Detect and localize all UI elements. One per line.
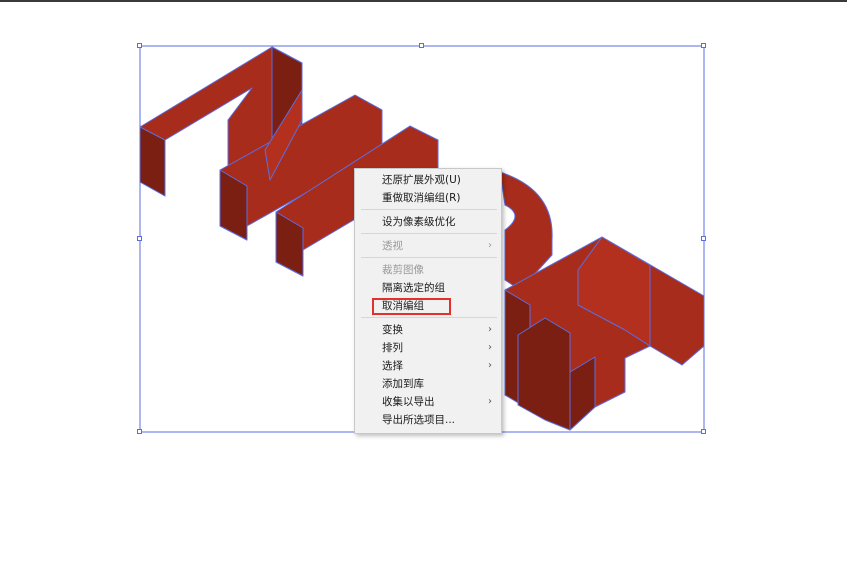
menu-item-label: 隔离选定的组 xyxy=(382,282,445,294)
menu-item-label: 导出所选项目... xyxy=(382,414,456,426)
menu-item-label: 重做取消编组(R) xyxy=(382,192,461,204)
menu-item-label: 选择 xyxy=(382,360,403,372)
chevron-right-icon: › xyxy=(488,324,492,335)
menu-item-transform[interactable]: 变换 › xyxy=(355,321,501,339)
menu-item-label: 收集以导出 xyxy=(382,396,435,408)
menu-item-collect-for-export[interactable]: 收集以导出 › xyxy=(355,393,501,411)
handle-middle-right[interactable] xyxy=(701,236,706,241)
chevron-right-icon: › xyxy=(488,240,492,251)
handle-bottom-left[interactable] xyxy=(137,429,142,434)
handle-top-right[interactable] xyxy=(701,43,706,48)
letter-shape-5-inner xyxy=(517,317,571,431)
menu-item-label: 变换 xyxy=(382,324,403,336)
menu-item-label: 还原扩展外观(U) xyxy=(382,174,461,186)
handle-top-center[interactable] xyxy=(419,43,424,48)
ungroup-highlight-annotation xyxy=(372,298,451,315)
menu-item-isolate-group[interactable]: 隔离选定的组 xyxy=(355,279,501,297)
menu-separator xyxy=(361,209,497,210)
chevron-right-icon: › xyxy=(488,342,492,353)
menu-item-label: 设为像素级优化 xyxy=(382,216,456,228)
chevron-right-icon: › xyxy=(488,360,492,371)
menu-item-redo-ungroup[interactable]: 重做取消编组(R) xyxy=(355,189,501,207)
menu-item-arrange[interactable]: 排列 › xyxy=(355,339,501,357)
menu-item-perspective: 透视 › xyxy=(355,237,501,255)
menu-item-export-selection[interactable]: 导出所选项目... xyxy=(355,411,501,429)
handle-top-left[interactable] xyxy=(137,43,142,48)
menu-item-add-to-library[interactable]: 添加到库 xyxy=(355,375,501,393)
menu-separator xyxy=(361,317,497,318)
menu-item-label: 透视 xyxy=(382,240,403,252)
menu-item-label: 添加到库 xyxy=(382,378,424,390)
handle-middle-left[interactable] xyxy=(137,236,142,241)
menu-item-undo-expand-appearance[interactable]: 还原扩展外观(U) xyxy=(355,171,501,189)
chevron-right-icon: › xyxy=(488,396,492,407)
menu-separator xyxy=(361,233,497,234)
handle-bottom-right[interactable] xyxy=(701,429,706,434)
menu-item-select[interactable]: 选择 › xyxy=(355,357,501,375)
menu-item-crop-image: 裁剪图像 xyxy=(355,261,501,279)
menu-item-label: 裁剪图像 xyxy=(382,264,424,276)
menu-separator xyxy=(361,257,497,258)
menu-item-label: 排列 xyxy=(382,342,403,354)
menu-item-pixel-optimize[interactable]: 设为像素级优化 xyxy=(355,213,501,231)
